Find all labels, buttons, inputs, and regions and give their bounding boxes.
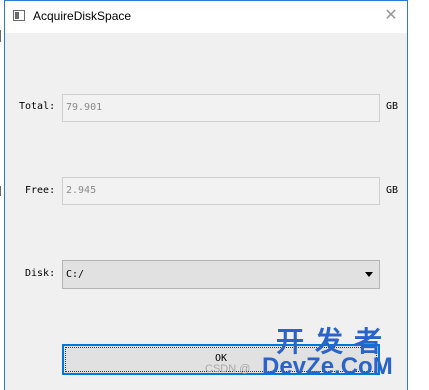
disk-select-value: C:/: [66, 269, 85, 280]
title-bar[interactable]: AcquireDiskSpace ✕: [5, 1, 407, 33]
window-title: AcquireDiskSpace: [33, 9, 132, 23]
window-icon: [13, 10, 25, 21]
free-field[interactable]: 2.945: [62, 177, 380, 205]
close-icon: ✕: [384, 7, 398, 24]
free-unit-label: GB: [386, 185, 399, 196]
total-field[interactable]: 79.901: [62, 94, 380, 122]
background-mark: [0, 30, 1, 42]
close-button[interactable]: ✕: [383, 8, 399, 24]
watermark-csdn: CSDN @: [205, 363, 251, 375]
disk-select[interactable]: C:/: [62, 260, 380, 289]
total-unit-label: GB: [386, 101, 399, 112]
background-mark: [0, 186, 1, 196]
disk-label: Disk:: [25, 268, 56, 279]
free-label: Free:: [25, 185, 56, 196]
chevron-down-icon[interactable]: [365, 272, 373, 277]
total-label: Total:: [19, 101, 56, 112]
watermark-logo-en: DevZe.CoM: [262, 353, 393, 380]
